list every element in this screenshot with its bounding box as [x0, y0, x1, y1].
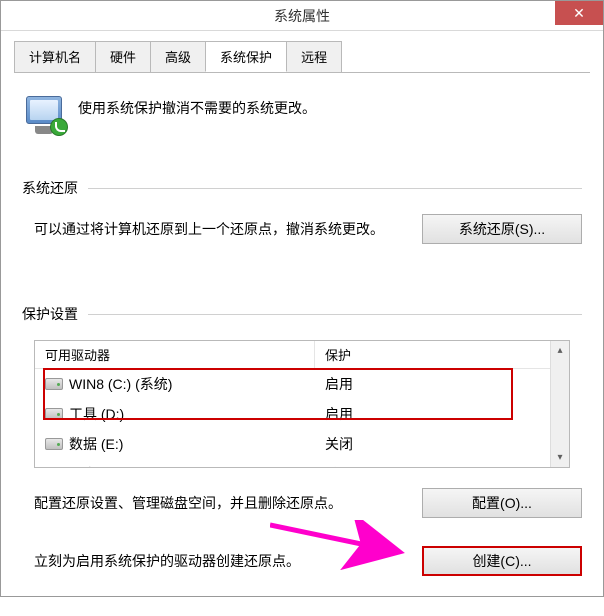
group-system-restore: 系统还原 可以通过将计算机还原到上一个还原点，撤消系统更改。 系统还原(S)..… — [22, 178, 582, 244]
scroll-down-button[interactable]: ▾ — [551, 448, 569, 467]
system-properties-window: 系统属性 ✕ 计算机名 硬件 高级 系统保护 远程 使用系统保护撤消不需要的系统… — [0, 0, 604, 597]
drive-icon — [45, 378, 63, 390]
titlebar: 系统属性 ✕ — [1, 1, 603, 31]
group-header-restore: 系统还原 — [22, 178, 582, 198]
col-header-status[interactable]: 保护 — [315, 341, 569, 368]
configure-desc: 配置还原设置、管理磁盘空间，并且删除还原点。 — [34, 492, 402, 514]
scroll-track[interactable] — [551, 360, 569, 448]
group-protection-settings: 保护设置 可用驱动器 保护 WIN8 (C:) (系统) — [22, 304, 582, 576]
intro-text: 使用系统保护撤消不需要的系统更改。 — [78, 94, 316, 118]
tab-hardware[interactable]: 硬件 — [95, 41, 151, 72]
create-row: 立刻为启用系统保护的驱动器创建还原点。 创建(C)... — [22, 546, 582, 576]
drives-body: WIN8 (C:) (系统) 启用 工具 (D:) 启用 — [35, 369, 569, 468]
restore-row: 可以通过将计算机还原到上一个还原点，撤消系统更改。 系统还原(S)... — [22, 214, 582, 244]
tab-system-protection[interactable]: 系统保护 — [205, 41, 287, 72]
drive-name: 数据 (E:) — [69, 434, 123, 454]
create-desc: 立刻为启用系统保护的驱动器创建还原点。 — [34, 550, 402, 572]
drives-header: 可用驱动器 保护 — [35, 341, 569, 369]
drive-row[interactable]: 影音 (F:) 关闭 — [35, 459, 569, 468]
col-header-drive[interactable]: 可用驱动器 — [35, 341, 315, 368]
system-restore-button[interactable]: 系统还原(S)... — [422, 214, 582, 244]
drive-status: 关闭 — [325, 432, 559, 456]
tab-computer-name[interactable]: 计算机名 — [14, 41, 96, 72]
intro-row: 使用系统保护撤消不需要的系统更改。 — [22, 94, 582, 138]
tab-strip: 计算机名 硬件 高级 系统保护 远程 — [14, 41, 590, 73]
scrollbar[interactable]: ▴ ▾ — [550, 341, 569, 467]
tab-advanced[interactable]: 高级 — [150, 41, 206, 72]
drive-status: 启用 — [325, 402, 559, 426]
group-header-protection: 保护设置 — [22, 304, 582, 324]
system-protection-icon — [22, 94, 66, 138]
configure-button[interactable]: 配置(O)... — [422, 488, 582, 518]
scroll-up-button[interactable]: ▴ — [551, 341, 569, 360]
drive-name: WIN8 (C:) (系统) — [69, 374, 172, 394]
window-title: 系统属性 — [274, 6, 330, 26]
configure-row: 配置还原设置、管理磁盘空间，并且删除还原点。 配置(O)... — [22, 488, 582, 518]
close-icon: ✕ — [573, 5, 585, 22]
drive-icon — [45, 408, 63, 420]
drive-row[interactable]: 工具 (D:) 启用 — [35, 399, 569, 429]
tab-remote[interactable]: 远程 — [286, 41, 342, 72]
group-title-protection: 保护设置 — [22, 304, 78, 324]
content-area: 计算机名 硬件 高级 系统保护 远程 使用系统保护撤消不需要的系统更改。 系统还… — [1, 31, 603, 596]
close-button[interactable]: ✕ — [555, 1, 603, 25]
drive-icon — [45, 438, 63, 450]
group-title-restore: 系统还原 — [22, 178, 78, 198]
drives-listview[interactable]: 可用驱动器 保护 WIN8 (C:) (系统) 启用 — [34, 340, 570, 468]
drive-name: 工具 (D:) — [69, 404, 124, 424]
panel-system-protection: 使用系统保护撤消不需要的系统更改。 系统还原 可以通过将计算机还原到上一个还原点… — [14, 84, 590, 616]
drive-name: 影音 (F:) — [69, 464, 123, 468]
drive-row[interactable]: WIN8 (C:) (系统) 启用 — [35, 369, 569, 399]
drive-status: 启用 — [325, 372, 559, 396]
drive-status: 关闭 — [325, 462, 559, 468]
create-button[interactable]: 创建(C)... — [422, 546, 582, 576]
drive-row[interactable]: 数据 (E:) 关闭 — [35, 429, 569, 459]
divider — [88, 188, 582, 189]
restore-desc: 可以通过将计算机还原到上一个还原点，撤消系统更改。 — [34, 218, 402, 240]
divider — [88, 314, 582, 315]
